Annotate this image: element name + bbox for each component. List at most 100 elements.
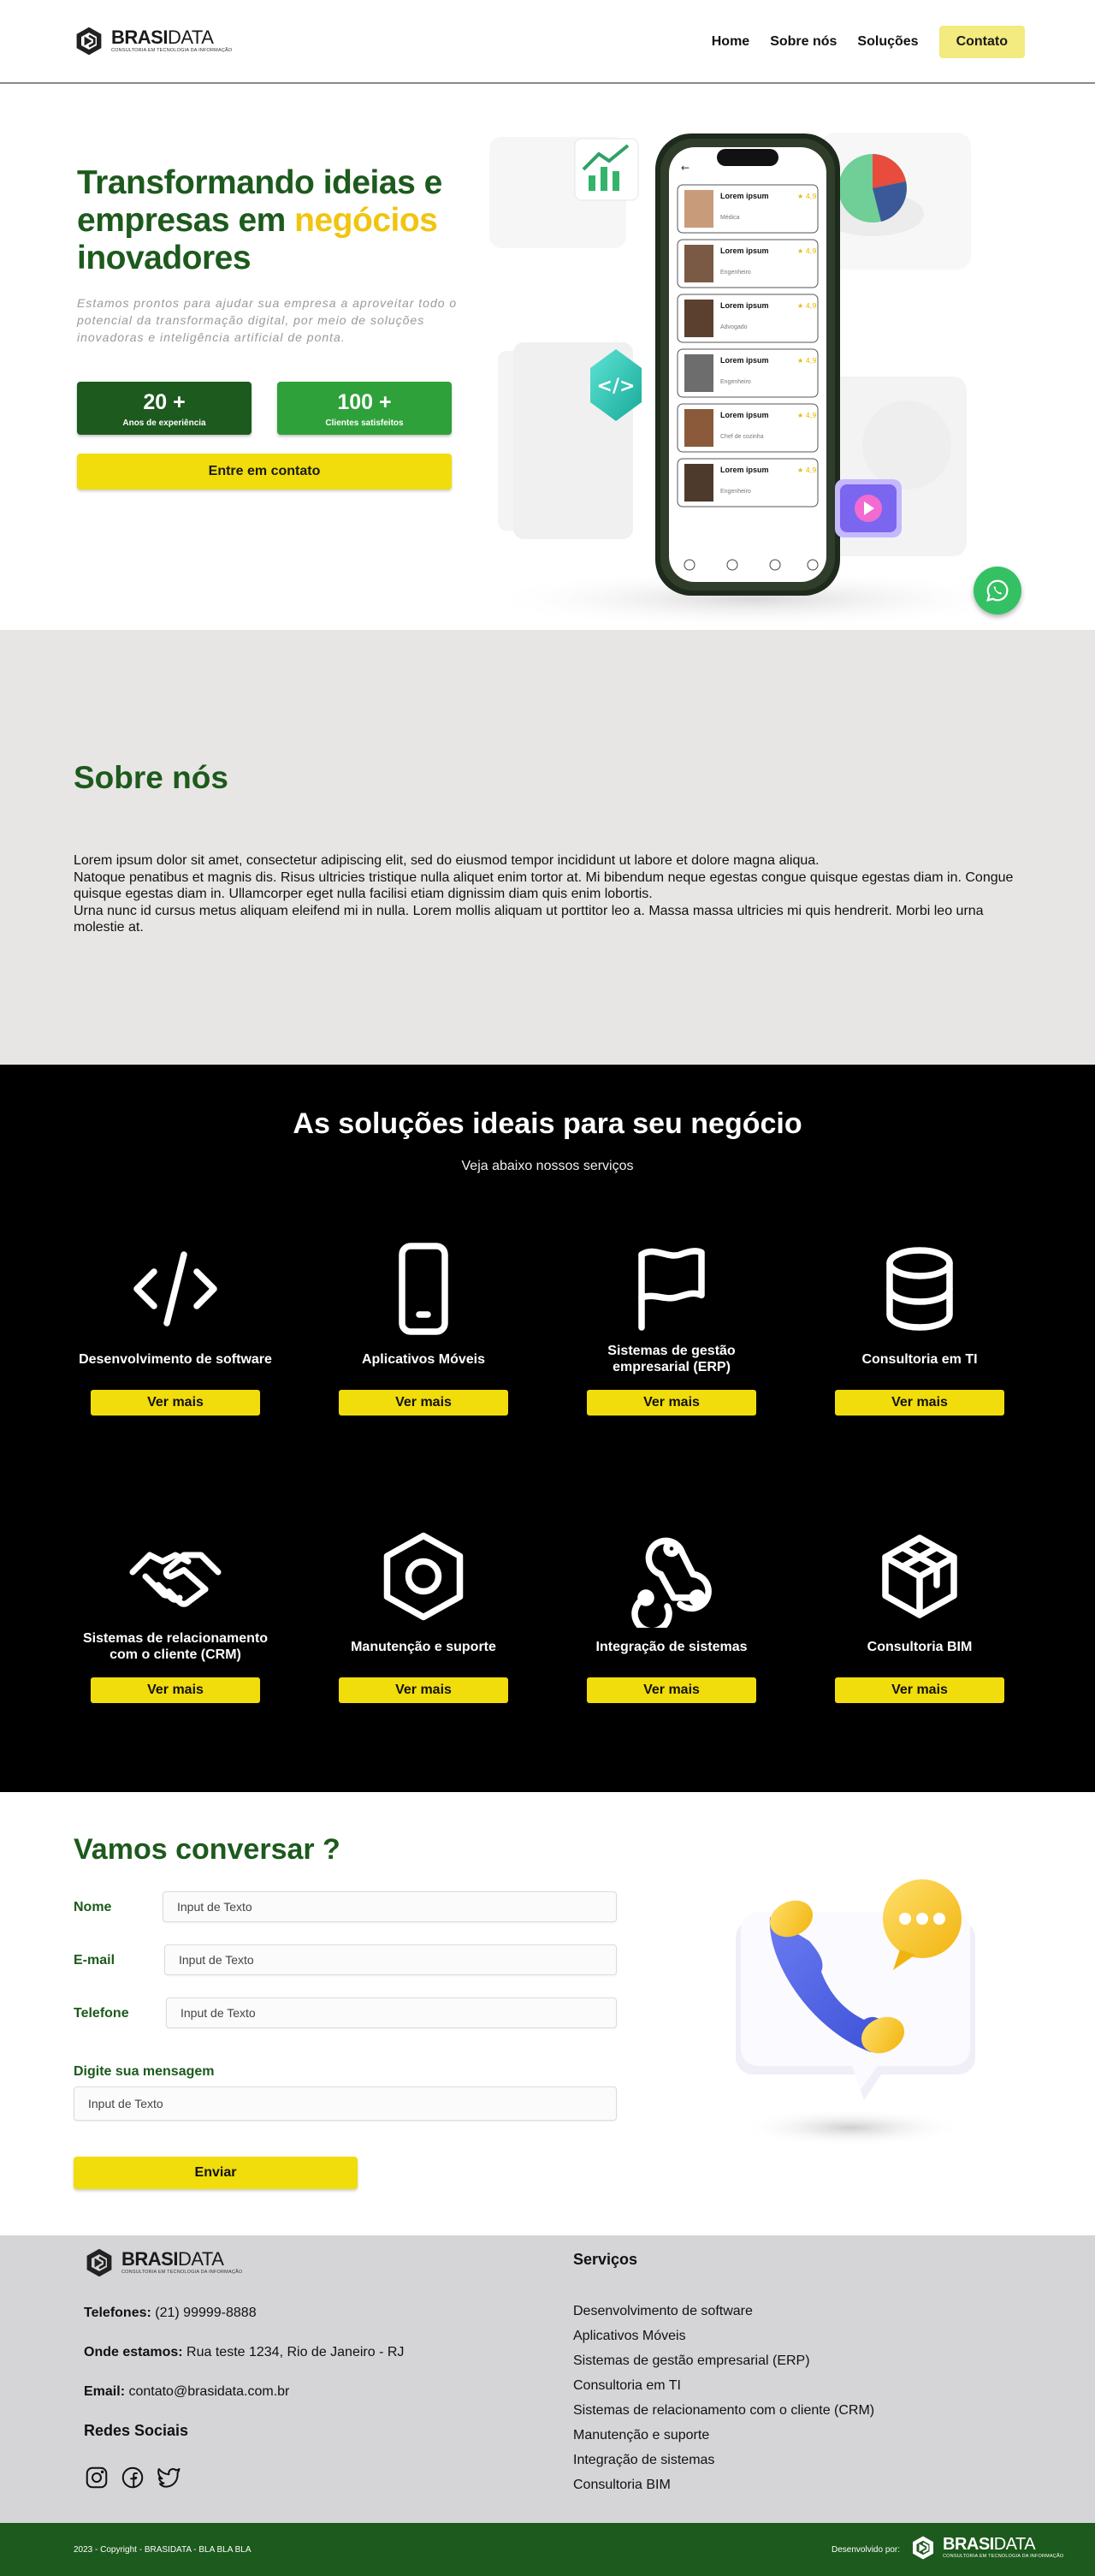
- whatsapp-button[interactable]: [974, 567, 1021, 614]
- service-name: Consultoria em TI: [861, 1351, 978, 1367]
- stat-experience: 20 + Anos de experiência: [77, 382, 252, 435]
- hero-subtitle: Estamos prontos para ajudar sua empresa …: [77, 296, 458, 344]
- phone-card-rating: ★ 4,9: [797, 466, 816, 474]
- footer-service-item[interactable]: Sistemas de gestão empresarial (ERP): [573, 2348, 874, 2373]
- service-card-bim: Consultoria BIM Ver mais: [817, 1525, 1022, 1703]
- hero-title-part2: inovadores: [77, 240, 252, 276]
- about-title: Sobre nós: [74, 760, 228, 795]
- stat-clients: 100 + Clientes satisfeitos: [277, 382, 452, 435]
- instagram-icon[interactable]: [84, 2465, 110, 2490]
- service-card-it-consulting: Consultoria em TI Ver mais: [817, 1238, 1022, 1416]
- smartphone-icon: [399, 1243, 448, 1335]
- footer-email: Email: contato@brasidata.com.br: [84, 2384, 289, 2400]
- nav-about[interactable]: Sobre nós: [770, 34, 837, 50]
- whatsapp-icon: [986, 579, 1009, 602]
- service-more-button[interactable]: Ver mais: [835, 1390, 1004, 1416]
- stat-experience-value: 20 +: [143, 390, 186, 414]
- stat-experience-label: Anos de experiência: [122, 418, 206, 428]
- brand-name-light: DATA: [167, 27, 214, 49]
- phone-list-card: Lorem ipsum Engenheiro ★ 4,9: [677, 348, 819, 398]
- phone-chat-illustration: [736, 1879, 975, 2146]
- service-card-crm: Sistemas de relacionamento com o cliente…: [73, 1525, 278, 1703]
- svg-text:←: ←: [681, 162, 690, 174]
- copyright-text: 2023 - Copyright - BRASIDATA - BLA BLA B…: [74, 2545, 252, 2555]
- footer-service-item[interactable]: Consultoria em TI: [573, 2373, 874, 2398]
- service-more-button[interactable]: Ver mais: [339, 1677, 508, 1703]
- services-title: As soluções ideais para seu negócio: [293, 1107, 802, 1140]
- social-links: [84, 2465, 181, 2490]
- phone-card-title: Lorem ipsum: [720, 192, 769, 200]
- webhook-icon: [631, 1537, 712, 1628]
- phone-card-avatar: [684, 409, 713, 447]
- site-header: BRASIDATA CONSULTORIA EM TECNOLOGIA DA I…: [0, 0, 1095, 84]
- phone-card-title: Lorem ipsum: [720, 466, 769, 474]
- nav-contact-button[interactable]: Contato: [938, 26, 1025, 58]
- logo-mark-icon: [76, 27, 102, 56]
- footer-logo[interactable]: BRASIDATA CONSULTORIA EM TECNOLOGIA DA I…: [84, 2247, 242, 2278]
- email-input[interactable]: [164, 1944, 617, 1975]
- services-section: As soluções ideais para seu negócio Veja…: [0, 1065, 1095, 1792]
- service-more-button[interactable]: Ver mais: [587, 1390, 756, 1416]
- footer-email-value[interactable]: contato@brasidata.com.br: [128, 2384, 289, 2399]
- phone-card-title: Lorem ipsum: [720, 301, 769, 310]
- footer-service-item[interactable]: Sistemas de relacionamento com o cliente…: [573, 2398, 874, 2423]
- footer-phone-label: Telefones:: [84, 2306, 151, 2320]
- phone-card-rating: ★ 4,9: [797, 302, 816, 310]
- footer-services-title: Serviços: [573, 2251, 638, 2268]
- hero-contact-button[interactable]: Entre em contato: [77, 454, 452, 490]
- service-card-software: Desenvolvimento de software Ver mais: [73, 1238, 278, 1416]
- name-label: Nome: [74, 1900, 112, 1914]
- hero-title: Transformando ideias e empresas em negóc…: [77, 164, 479, 277]
- service-name: Sistemas de relacionamento com o cliente…: [82, 1631, 269, 1662]
- service-name: Consultoria BIM: [867, 1639, 973, 1654]
- phone-card-avatar: [684, 190, 713, 228]
- phone-card-role: Chef de cozinha: [720, 434, 764, 440]
- phone-card-rating: ★ 4,9: [797, 193, 816, 200]
- main-nav: Home Sobre nós Soluções Contato: [712, 26, 1025, 58]
- twitter-icon[interactable]: [156, 2465, 181, 2490]
- brand-name-light: DATA: [993, 2535, 1036, 2555]
- service-card-erp: Sistemas de gestão empresarial (ERP) Ver…: [569, 1238, 774, 1416]
- developer-logo[interactable]: BRASIDATA CONSULTORIA EM TECNOLOGIA DA I…: [910, 2535, 1063, 2561]
- email-label: E-mail: [74, 1953, 115, 1968]
- phone-card-role: Médica: [720, 215, 740, 221]
- handshake-icon: [129, 1552, 222, 1607]
- service-more-button[interactable]: Ver mais: [339, 1390, 508, 1416]
- footer-service-item[interactable]: Consultoria BIM: [573, 2472, 874, 2497]
- service-more-button[interactable]: Ver mais: [587, 1677, 756, 1703]
- footer-service-item[interactable]: Desenvolvimento de software: [573, 2299, 874, 2324]
- logo-mark-icon: [86, 2248, 112, 2277]
- footer-address: Onde estamos: Rua teste 1234, Rio de Jan…: [84, 2345, 404, 2360]
- name-input[interactable]: [163, 1891, 617, 1922]
- footer-service-item[interactable]: Aplicativos Móveis: [573, 2324, 874, 2348]
- service-more-button[interactable]: Ver mais: [91, 1390, 260, 1416]
- service-name: Aplicativos Móveis: [361, 1351, 486, 1367]
- service-name: Desenvolvimento de software: [79, 1351, 272, 1367]
- nav-solutions[interactable]: Soluções: [857, 34, 918, 50]
- social-title: Redes Sociais: [84, 2422, 189, 2439]
- stat-clients-value: 100 +: [337, 390, 392, 414]
- service-name: Manutenção e suporte: [351, 1639, 496, 1654]
- footer-address-label: Onde estamos:: [84, 2345, 183, 2359]
- nav-home[interactable]: Home: [712, 34, 749, 50]
- message-input[interactable]: [74, 2086, 617, 2121]
- facebook-icon[interactable]: [120, 2465, 145, 2490]
- about-section: Sobre nós Lorem ipsum dolor sit amet, co…: [0, 630, 1095, 1065]
- brand-name-bold: BRASI: [121, 2248, 178, 2270]
- flag-icon: [638, 1248, 705, 1331]
- phone-card-avatar: [684, 464, 713, 502]
- phone-input[interactable]: [166, 1997, 617, 2028]
- footer-service-item[interactable]: Integração de sistemas: [573, 2448, 874, 2472]
- footer-service-item[interactable]: Manutenção e suporte: [573, 2423, 874, 2448]
- service-card-integration: Integração de sistemas Ver mais: [569, 1525, 774, 1703]
- phone-list-card: Lorem ipsum Chef de cozinha ★ 4,9: [677, 403, 819, 453]
- about-text: Lorem ipsum dolor sit amet, consectetur …: [74, 853, 1014, 935]
- hero-section: Transformando ideias e empresas em negóc…: [0, 86, 1095, 630]
- service-more-button[interactable]: Ver mais: [91, 1677, 260, 1703]
- service-more-button[interactable]: Ver mais: [835, 1677, 1004, 1703]
- hexagon-nut-icon: [383, 1532, 464, 1621]
- brand-logo[interactable]: BRASIDATA CONSULTORIA EM TECNOLOGIA DA I…: [74, 26, 232, 56]
- send-button[interactable]: Enviar: [74, 2157, 358, 2189]
- footer-address-value: Rua teste 1234, Rio de Janeiro - RJ: [186, 2345, 405, 2359]
- phone-list-card: Lorem ipsum Engenheiro ★ 4,9: [677, 458, 819, 507]
